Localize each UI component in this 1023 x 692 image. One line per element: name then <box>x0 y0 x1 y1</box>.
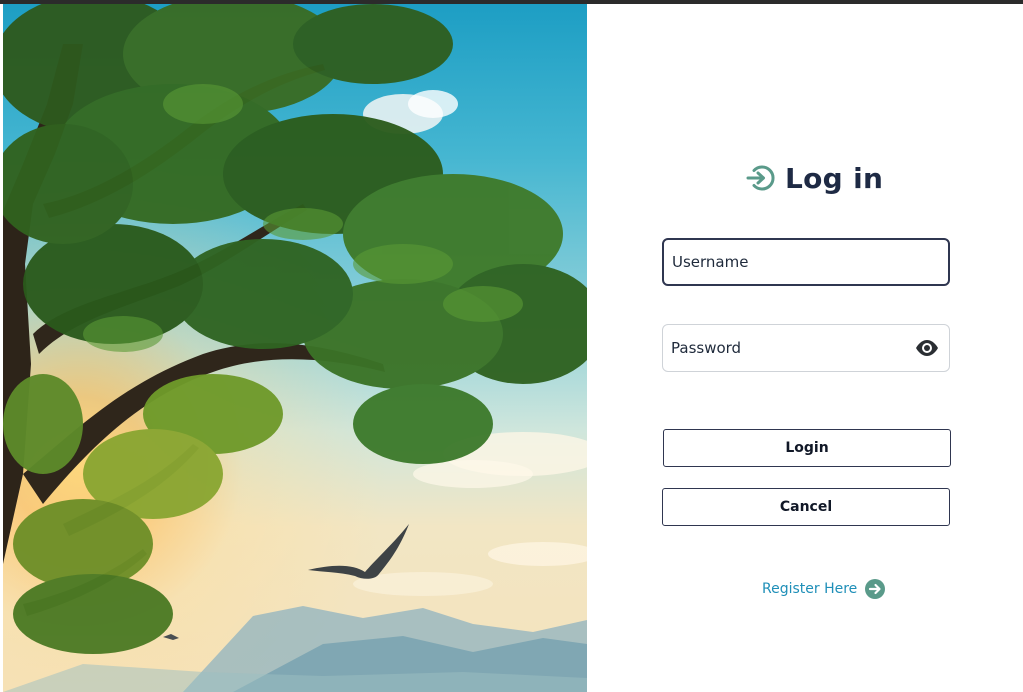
login-icon <box>746 165 775 191</box>
login-header: Log in <box>745 160 883 196</box>
cancel-button[interactable]: Cancel <box>662 488 950 526</box>
login-button[interactable]: Login <box>663 429 951 467</box>
login-panel: Log in Login Cancel Register Here <box>587 4 1023 692</box>
username-field-container <box>662 238 950 286</box>
password-input[interactable] <box>663 325 949 371</box>
nature-illustration <box>3 4 587 692</box>
register-link-label[interactable]: Register Here <box>762 581 857 597</box>
eye-icon[interactable] <box>915 338 939 358</box>
app-window: Log in Login Cancel Register Here <box>0 4 1023 692</box>
username-input[interactable] <box>664 240 948 284</box>
password-field-container <box>662 324 950 372</box>
page-title: Log in <box>785 161 884 195</box>
arrow-right-circle-icon[interactable] <box>864 578 886 600</box>
register-link[interactable]: Register Here <box>762 578 886 600</box>
